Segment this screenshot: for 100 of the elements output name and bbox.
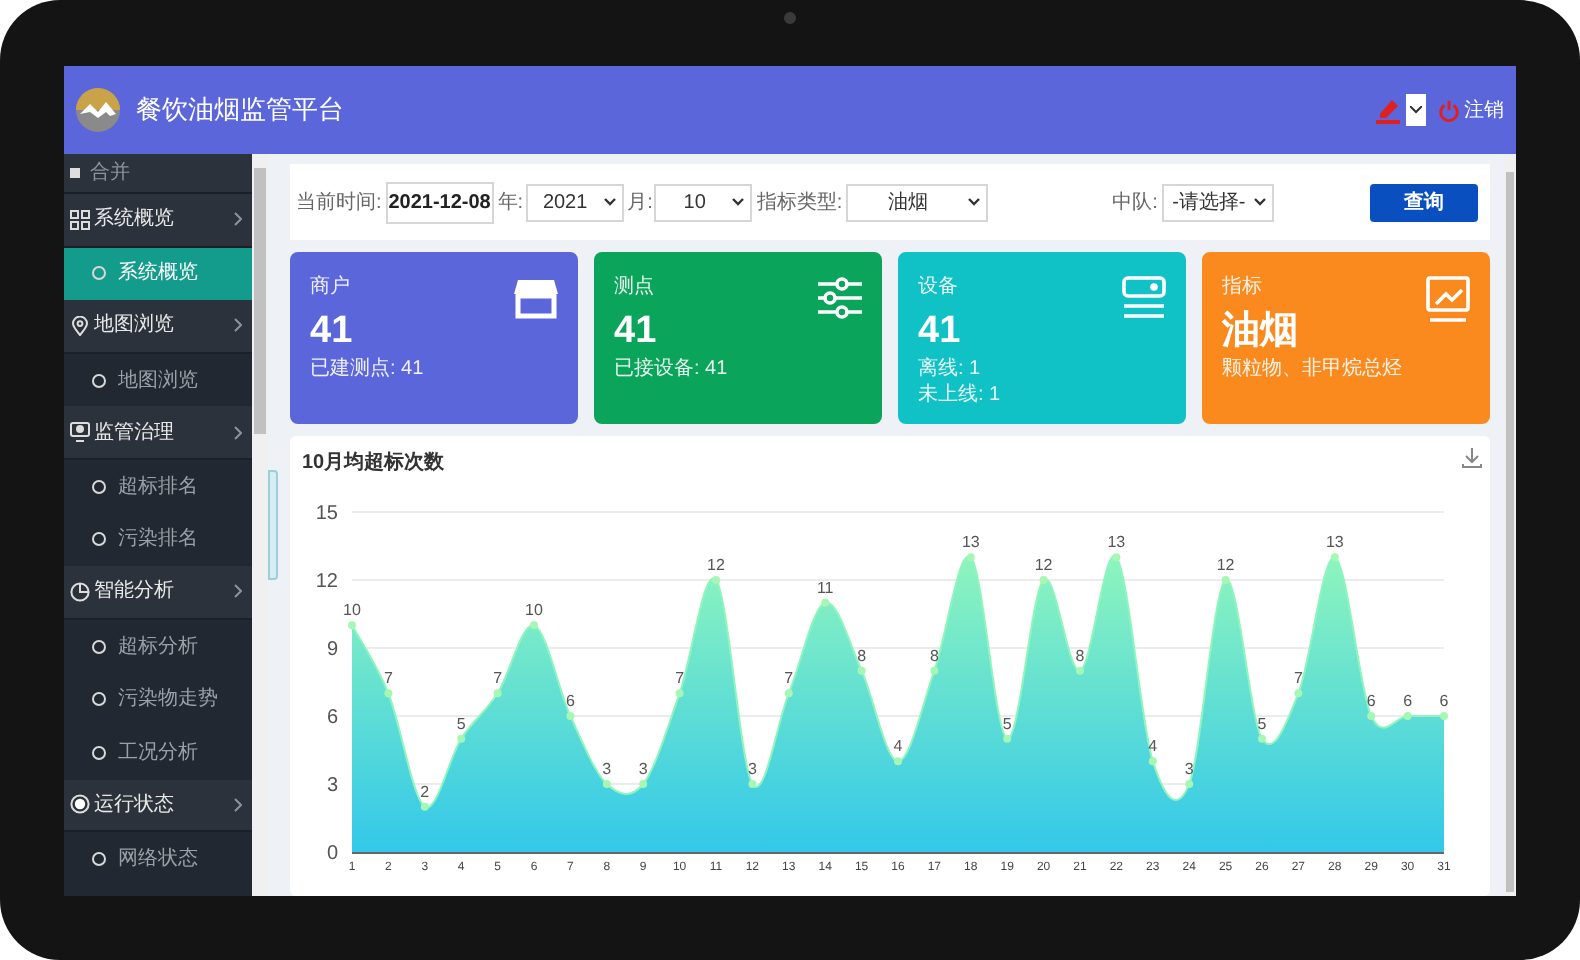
data-point <box>748 780 757 788</box>
field-label: 指标类型: <box>756 189 843 217</box>
data-label: 11 <box>816 578 834 597</box>
data-point <box>1003 734 1012 743</box>
data-point <box>566 712 575 720</box>
sidebar-group[interactable]: 运行状态 <box>64 779 252 833</box>
data-label: 6 <box>565 692 575 710</box>
data-label: 3 <box>602 760 612 778</box>
data-point <box>675 689 684 698</box>
y-tick-label: 0 <box>326 843 338 865</box>
caret-icon <box>968 198 981 206</box>
caret-icon <box>603 198 616 206</box>
group-label: 监管治理 <box>94 419 174 448</box>
data-point <box>639 780 648 788</box>
data-label: 12 <box>707 556 725 574</box>
data-point <box>1367 712 1376 720</box>
group-label: 智能分析 <box>94 577 174 607</box>
data-point <box>966 553 975 562</box>
field-label: 中队: <box>1112 189 1158 217</box>
sidebar-group[interactable]: 智能分析 <box>64 566 252 620</box>
data-label: 7 <box>493 669 503 688</box>
logout-link[interactable]: 注销 <box>1464 95 1504 125</box>
data-point <box>1330 553 1339 562</box>
card-icon <box>818 276 862 320</box>
group-label: 系统概览 <box>94 205 174 235</box>
data-label: 2 <box>420 782 430 801</box>
date-field[interactable]: 2021-12-08 <box>385 181 494 223</box>
card-title: 指标 <box>1222 276 1262 300</box>
data-label: 10 <box>525 601 543 620</box>
data-point <box>1440 712 1448 720</box>
data-point <box>821 598 830 607</box>
sidebar-group[interactable]: 监管治理 <box>64 406 252 460</box>
data-point <box>784 689 793 698</box>
data-label: 8 <box>857 646 867 665</box>
data-point <box>1185 780 1194 788</box>
data-label: 7 <box>383 669 393 688</box>
collapse-label[interactable]: 合并 <box>90 158 130 188</box>
card-value: 41 <box>614 308 657 356</box>
card-icon <box>1122 276 1166 320</box>
data-point <box>1294 689 1303 698</box>
card-icon <box>1426 276 1470 324</box>
data-point <box>384 689 393 698</box>
data-point <box>1039 576 1048 584</box>
data-point <box>530 621 538 630</box>
power-icon <box>1438 99 1460 121</box>
data-label: 13 <box>1325 533 1344 552</box>
y-tick-label: 15 <box>315 503 338 525</box>
logo-icon <box>76 88 120 132</box>
chart-title: 10月均超标次数 <box>302 449 445 478</box>
sidebar-group[interactable]: 系统概览 <box>64 194 252 248</box>
data-label: 6 <box>1403 692 1413 710</box>
card-icon <box>514 276 558 320</box>
card-title: 商户 <box>310 276 350 300</box>
y-tick-label: 9 <box>326 639 338 661</box>
data-point <box>712 576 720 584</box>
group-icon <box>70 794 90 815</box>
data-point <box>348 621 356 630</box>
caret-icon <box>1410 106 1422 114</box>
field-label: 年: <box>497 189 524 217</box>
data-point <box>493 689 502 698</box>
card-title: 设备 <box>918 276 958 300</box>
group-label: 地图浏览 <box>94 311 174 341</box>
data-label: 3 <box>747 760 757 778</box>
group-label: 运行状态 <box>94 791 174 820</box>
data-label: 12 <box>1034 556 1053 574</box>
data-label: 6 <box>1439 692 1449 710</box>
data-label: 7 <box>1293 669 1303 688</box>
y-tick-label: 12 <box>315 571 338 593</box>
card-note: 已建测点: 41 <box>310 358 424 382</box>
data-point <box>894 757 902 766</box>
select-field[interactable]: -请选择- <box>1161 183 1274 221</box>
data-label: 13 <box>1107 533 1126 552</box>
card-title: 测点 <box>614 276 654 300</box>
data-label: 3 <box>1184 760 1194 778</box>
data-point <box>857 666 866 675</box>
data-label: 12 <box>1216 556 1235 574</box>
select-field[interactable]: 10 <box>654 183 753 221</box>
group-icon <box>70 422 90 443</box>
dropdown-button[interactable] <box>1406 94 1426 126</box>
chevron-icon <box>234 318 242 333</box>
data-label: 13 <box>961 533 980 552</box>
data-label: 8 <box>929 646 939 665</box>
data-point <box>1148 757 1157 766</box>
download-icon <box>1462 448 1482 468</box>
sidebar-group[interactable]: 地图浏览 <box>64 300 252 354</box>
select-field[interactable]: 油烟 <box>846 183 989 221</box>
data-label: 3 <box>638 760 648 778</box>
data-label: 4 <box>893 737 903 756</box>
card-value: 油烟 <box>1222 308 1298 356</box>
select-field[interactable]: 2021 <box>525 183 624 221</box>
collapse-handle[interactable] <box>268 470 278 580</box>
group-icon <box>70 581 90 602</box>
y-tick-label: 3 <box>326 775 338 797</box>
query-button[interactable]: 查询 <box>1370 183 1478 221</box>
data-label: 5 <box>456 714 466 733</box>
card-note: 颗粒物、非甲烷总烃 <box>1222 358 1402 382</box>
data-label: 10 <box>343 601 361 620</box>
y-tick-label: 6 <box>326 707 338 729</box>
chevron-icon <box>234 212 242 227</box>
data-point <box>457 734 466 743</box>
